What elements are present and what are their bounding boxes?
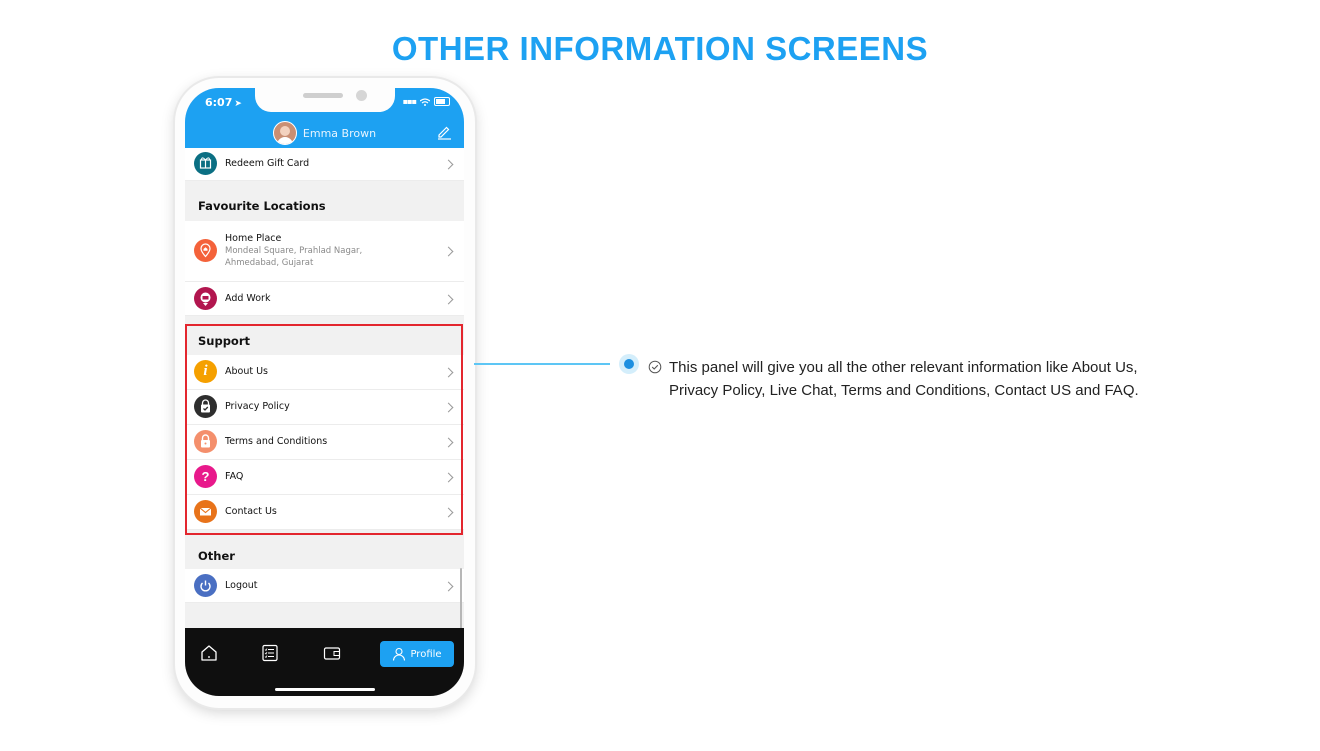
status-time-text: 6:07 [205, 96, 233, 109]
home-pin-icon [194, 239, 217, 262]
front-camera [356, 90, 367, 101]
section-support: Support [198, 334, 251, 348]
tab-profile[interactable]: Profile [380, 641, 454, 667]
status-icons: ▪▪▪ [403, 97, 450, 106]
list-icon[interactable] [261, 644, 279, 662]
user-header: Emma Brown [185, 121, 464, 145]
chevron-right-icon [443, 367, 454, 378]
work-pin-icon [194, 287, 217, 310]
row-logout[interactable]: Logout [185, 569, 464, 603]
chevron-right-icon [443, 507, 454, 518]
tab-profile-label: Profile [410, 648, 442, 660]
row-contact-us[interactable]: Contact Us [185, 495, 464, 530]
mail-icon [194, 500, 217, 523]
row-label: FAQ [225, 471, 244, 482]
gift-card-icon [194, 152, 217, 175]
row-label: About Us [225, 366, 269, 377]
signal-icon: ▪▪▪ [402, 97, 417, 106]
speaker-grille [303, 93, 343, 98]
app-screen: 6:07 ➤ ▪▪▪ Emma Brown Redeem Gift Card F… [185, 88, 464, 696]
connector-line [474, 363, 610, 365]
chevron-right-icon [443, 246, 454, 257]
home-indicator [275, 688, 375, 691]
phone-notch [255, 88, 395, 112]
row-label: Add Work [225, 293, 271, 304]
row-label: Contact Us [225, 506, 277, 517]
page-title: OTHER INFORMATION SCREENS [391, 30, 929, 67]
row-label: Terms and Conditions [225, 436, 328, 447]
question-icon: ? [194, 465, 217, 488]
lock-icon [194, 430, 217, 453]
user-name: Emma Brown [302, 126, 377, 140]
info-icon: i [194, 360, 217, 383]
shield-check-icon [194, 395, 217, 418]
chevron-right-icon [443, 472, 454, 483]
app-header: 6:07 ➤ ▪▪▪ Emma Brown [185, 88, 464, 148]
row-home-place[interactable]: Home Place Mondeal Square, Prahlad Nagar… [185, 221, 464, 282]
row-label: Redeem Gift Card [225, 158, 310, 169]
wallet-icon[interactable] [323, 644, 341, 662]
chevron-right-icon [443, 581, 454, 592]
chevron-right-icon [443, 437, 454, 448]
avatar[interactable] [272, 121, 297, 145]
person-icon [393, 647, 406, 661]
section-other: Other [198, 549, 235, 563]
row-add-work[interactable]: Add Work [185, 282, 464, 316]
chevron-right-icon [443, 402, 454, 413]
row-privacy-policy[interactable]: Privacy Policy [185, 390, 464, 425]
row-faq[interactable]: ? FAQ [185, 460, 464, 495]
status-time: 6:07 ➤ [205, 96, 242, 109]
row-label: Privacy Policy [225, 401, 290, 412]
battery-icon [434, 97, 450, 106]
row-label: Home Place [225, 233, 282, 244]
row-redeem-gift-card[interactable]: Redeem Gift Card [185, 148, 464, 181]
feature-description: This panel will give you all the other r… [669, 359, 1139, 399]
chevron-right-icon [443, 159, 454, 170]
bottom-tab-bar: Profile [185, 628, 464, 696]
phone-frame: 6:07 ➤ ▪▪▪ Emma Brown Redeem Gift Card F… [175, 78, 475, 708]
address-line-2: Ahmedabad, Gujarat [225, 258, 314, 268]
connector-dot [619, 354, 639, 374]
row-about-us[interactable]: i About Us [185, 355, 464, 390]
chevron-right-icon [443, 294, 454, 305]
home-icon[interactable] [200, 644, 218, 662]
row-terms-and-conditions[interactable]: Terms and Conditions [185, 425, 464, 460]
location-arrow-icon: ➤ [234, 99, 242, 109]
check-circle-icon [648, 360, 662, 374]
address-line-1: Mondeal Square, Prahlad Nagar, [225, 246, 363, 256]
row-label: Logout [225, 580, 258, 591]
power-icon [194, 574, 217, 597]
profile-list: Redeem Gift Card Favourite Locations Hom… [185, 148, 464, 628]
edit-pencil-icon[interactable] [436, 124, 452, 140]
wifi-icon [420, 97, 430, 106]
connector-dot-center [624, 359, 634, 369]
section-favourite-locations: Favourite Locations [198, 199, 326, 213]
